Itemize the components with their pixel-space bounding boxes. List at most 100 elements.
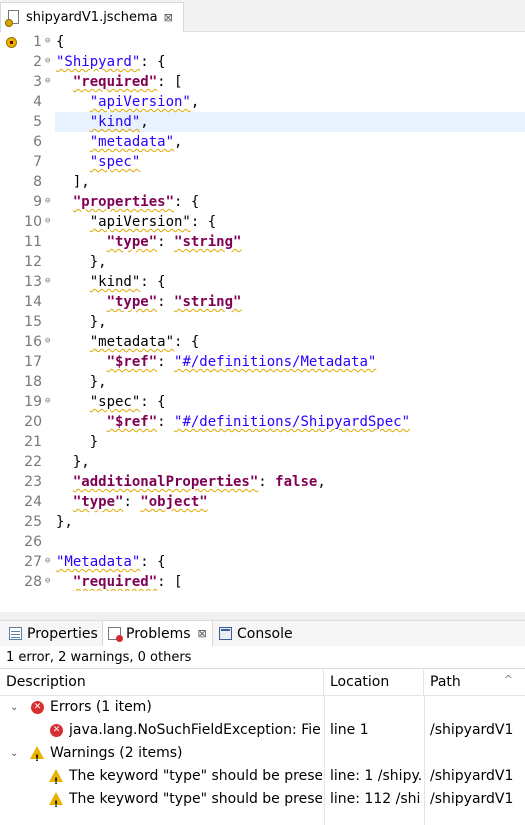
code-line[interactable]: 17 "$ref": "#/definitions/Metadata" xyxy=(0,352,525,372)
code-token: "spec" xyxy=(89,154,141,170)
code-line[interactable]: 3 ⊖ "required": [ xyxy=(0,72,525,92)
code-line[interactable]: 19 ⊖ "spec": { xyxy=(0,392,525,412)
code-token: "$ref" xyxy=(106,414,158,430)
code-line[interactable]: 15 }, xyxy=(0,312,525,332)
code-line[interactable]: 2 ⊖ "Shipyard": { xyxy=(0,52,525,72)
tab-properties[interactable]: Properties xyxy=(4,621,103,646)
tab-console[interactable]: Console xyxy=(214,621,298,646)
code-token: { xyxy=(56,34,65,50)
fold-toggle-icon[interactable]: ⊖ xyxy=(45,275,50,287)
problem-path: /shipyardV1 xyxy=(430,722,514,738)
line-number: 11 xyxy=(24,234,42,250)
line-number: 19 xyxy=(24,394,42,410)
table-row[interactable]: The keyword "type" should be present lin… xyxy=(0,788,525,817)
column-header-path[interactable]: Path ^ xyxy=(424,669,525,695)
fold-toggle-icon[interactable]: ⊖ xyxy=(45,335,50,347)
line-number: 5 xyxy=(33,114,42,130)
code-line[interactable]: 28 ⊖ "required": [ xyxy=(0,572,525,591)
fold-toggle-icon[interactable]: ⊖ xyxy=(45,35,50,47)
code-token: "type" xyxy=(72,494,124,510)
code-line[interactable]: 22 }, xyxy=(0,452,525,472)
code-token: : xyxy=(123,494,141,510)
code-line[interactable]: 5 "kind", xyxy=(0,112,525,132)
code-token: "apiVersion" xyxy=(89,214,191,230)
group-row-errors[interactable]: ⌄ ✕ Errors (1 item) xyxy=(0,696,525,719)
panel-sash[interactable] xyxy=(0,612,525,620)
code-line[interactable]: 6 "metadata", xyxy=(0,132,525,152)
code-line[interactable]: 21 } xyxy=(0,432,525,452)
code-text: "required": [ xyxy=(56,572,183,591)
code-line[interactable]: 8 ], xyxy=(0,172,525,192)
fold-toggle-icon[interactable]: ⊖ xyxy=(45,215,50,227)
code-line[interactable]: 1 ⊖ { xyxy=(0,32,525,52)
code-line[interactable]: 20 "$ref": "#/definitions/ShipyardSpec" xyxy=(0,412,525,432)
view-tab-strip: Properties Problems ⊠ Console xyxy=(0,620,525,646)
code-line[interactable]: 25}, xyxy=(0,512,525,532)
code-line[interactable]: 9 ⊖ "properties": { xyxy=(0,192,525,212)
line-number: 3 xyxy=(33,74,42,90)
fold-toggle-icon[interactable]: ⊖ xyxy=(45,575,50,587)
code-token: "metadata" xyxy=(89,134,175,150)
fold-toggle-icon[interactable]: ⊖ xyxy=(45,395,50,407)
code-line[interactable]: 4 "apiVersion", xyxy=(0,92,525,112)
fold-toggle-icon[interactable]: ⊖ xyxy=(45,75,50,87)
line-number: 2 xyxy=(33,54,42,70)
code-editor[interactable]: 1 ⊖{2 ⊖ "Shipyard": {3 ⊖ "required": [4 "api… xyxy=(0,32,525,591)
code-text: "required": [ xyxy=(56,72,183,92)
code-text: ], xyxy=(56,172,90,192)
code-token: "type" xyxy=(106,234,158,250)
column-header-description[interactable]: Description xyxy=(0,669,324,695)
table-row[interactable]: The keyword "type" should be present lin… xyxy=(0,765,525,794)
chevron-down-icon[interactable]: ⌄ xyxy=(10,696,18,719)
column-header-location[interactable]: Location xyxy=(324,669,424,695)
error-icon: ✕ xyxy=(50,724,63,737)
code-token: "metadata" xyxy=(89,334,175,350)
tab-problems[interactable]: Problems ⊠ xyxy=(102,621,213,646)
fold-toggle-icon[interactable]: ⊖ xyxy=(45,555,50,567)
line-number: 10 xyxy=(24,214,42,230)
code-line[interactable]: 10 ⊖ "apiVersion": { xyxy=(0,212,525,232)
code-token: , xyxy=(190,94,200,110)
code-text: { xyxy=(56,32,64,52)
problem-path: /shipyardV1 xyxy=(430,768,514,784)
fold-toggle-icon[interactable]: ⊖ xyxy=(45,195,50,207)
problem-description: The keyword "type" should be present xyxy=(69,768,322,784)
code-line[interactable]: 16 ⊖ "metadata": { xyxy=(0,332,525,352)
code-line[interactable]: 14 "type": "string" xyxy=(0,292,525,312)
code-token: }, xyxy=(56,314,107,330)
problems-table[interactable]: Description Location Path ^ ⌄ ✕ Errors (… xyxy=(0,668,525,825)
table-row[interactable]: ✕ java.lang.NoSuchFieldException: Field … xyxy=(0,719,525,742)
code-line[interactable]: 11 "type": "string" xyxy=(0,232,525,252)
code-line[interactable]: 26 xyxy=(0,532,525,552)
close-icon[interactable]: ⊠ xyxy=(164,11,173,24)
code-line[interactable]: 23 "additionalProperties": false, xyxy=(0,472,525,492)
code-token: : { xyxy=(190,214,217,230)
problem-path: /shipyardV1 xyxy=(430,791,514,807)
code-line[interactable]: 7 "spec" xyxy=(0,152,525,172)
json-schema-file-icon xyxy=(5,9,21,27)
code-line[interactable]: 24 "type": "object" xyxy=(0,492,525,512)
code-text: }, xyxy=(56,512,73,532)
code-token: "additionalProperties" xyxy=(72,474,259,490)
code-line[interactable]: 27 ⊖ "Metadata": { xyxy=(0,552,525,572)
close-icon[interactable]: ⊠ xyxy=(198,627,207,640)
group-row-warnings[interactable]: ⌄ Warnings (2 items) xyxy=(0,742,525,771)
editor-tab-label: shipyardV1.jschema xyxy=(26,10,158,25)
code-line[interactable]: 12 }, xyxy=(0,252,525,272)
code-text: "type": "string" xyxy=(56,232,242,252)
code-text: "type": "string" xyxy=(56,292,242,312)
line-number: 1 xyxy=(33,34,42,50)
editor-tab-shipyardv1[interactable]: shipyardV1.jschema ⊠ xyxy=(0,2,184,32)
fold-toggle-icon[interactable]: ⊖ xyxy=(45,55,50,67)
code-line[interactable]: 13 ⊖ "kind": { xyxy=(0,272,525,292)
code-line[interactable]: 18 }, xyxy=(0,372,525,392)
chevron-down-icon[interactable]: ⌄ xyxy=(10,742,18,765)
